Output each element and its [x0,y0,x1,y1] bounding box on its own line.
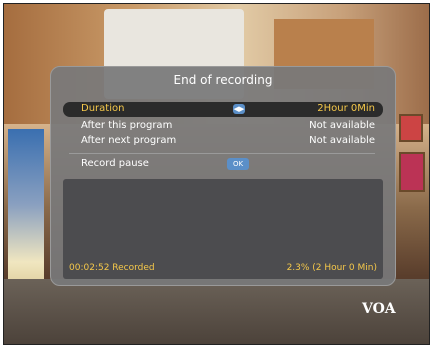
after-this-program-row[interactable]: After this program Not available [63,119,383,134]
divider [69,153,375,154]
recording-progress: 2.3% (2 Hour 0 Min) [286,263,377,273]
duration-row[interactable]: Duration ◀▶ 2Hour 0Min [63,102,383,117]
after-this-program-value: Not available [309,120,375,131]
after-next-program-value: Not available [309,135,375,146]
duration-value: 2Hour 0Min [317,103,375,114]
after-next-program-row[interactable]: After next program Not available [63,134,383,149]
voa-watermark-logo: VOA [362,301,396,317]
recording-info-panel: 00:02:52 Recorded 2.3% (2 Hour 0 Min) [63,179,383,279]
after-next-program-label: After next program [81,135,177,146]
record-pause-label: Record pause [81,158,149,169]
wall-picture [399,152,425,192]
left-right-arrows-icon: ◀▶ [233,104,245,114]
recorded-time: 00:02:52 Recorded [69,263,155,273]
after-this-program-label: After this program [81,120,173,131]
wall-picture [399,114,423,142]
record-pause-row[interactable]: Record pause OK [63,157,383,172]
ok-button[interactable]: OK [227,158,249,170]
end-of-recording-dialog: End of recording Duration ◀▶ 2Hour 0Min … [50,66,396,286]
duration-label: Duration [81,103,125,114]
dialog-title: End of recording [173,73,273,87]
tv-screen: End of recording Duration ◀▶ 2Hour 0Min … [3,3,430,345]
